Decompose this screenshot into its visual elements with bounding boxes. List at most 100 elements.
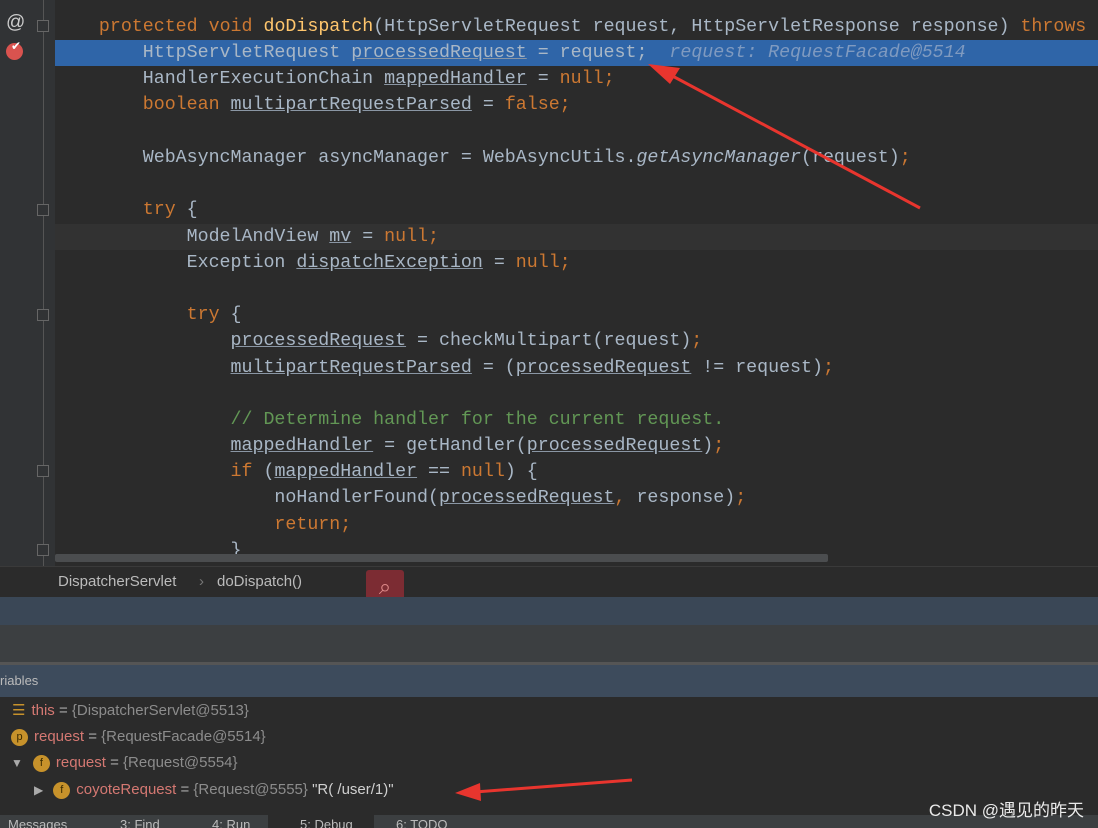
variables-header: riables [0, 665, 1098, 697]
variable-row[interactable]: p request = {RequestFacade@5514} [11, 724, 266, 750]
code-token: = [482, 253, 516, 273]
code-line[interactable]: protected void doDispatch(HttpServletReq… [55, 14, 1098, 40]
fold-marker-icon[interactable] [37, 544, 49, 556]
code-token: mv [329, 227, 352, 247]
fold-marker-icon[interactable] [37, 20, 49, 32]
code-token: dispatchException [296, 253, 483, 273]
code-line[interactable]: boolean multipartRequestParsed = false; [55, 92, 1098, 118]
fold-marker-icon[interactable] [37, 465, 49, 477]
tab-todo[interactable]: 6: TODO [396, 817, 448, 828]
code-line[interactable]: noHandlerFound(processedRequest, respons… [55, 485, 1098, 511]
parameter-icon: p [11, 728, 28, 746]
code-line[interactable]: processedRequest = checkMultipart(reques… [55, 328, 1098, 354]
variable-name: coyoteRequest [76, 781, 177, 798]
field-icon: f [53, 781, 71, 799]
code-token: mappedHandler [230, 436, 374, 456]
collapse-arrow-icon[interactable]: ▼ [11, 756, 23, 770]
code-line[interactable]: try { [55, 302, 1098, 328]
variable-name: request [34, 728, 85, 745]
code-token: // Determine handler for the current req… [230, 410, 725, 430]
field-icon: f [32, 754, 50, 772]
breadcrumb-class[interactable]: DispatcherServlet [58, 573, 176, 590]
variable-string: "R( /user/1)" [312, 781, 394, 798]
code-token: processedRequest [438, 488, 615, 508]
code-token: ; [340, 515, 352, 535]
code-token: ; [559, 95, 571, 115]
code-line[interactable]: if (mappedHandler == null) { [55, 459, 1098, 485]
code-token: HttpServletRequest [55, 43, 352, 63]
fold-marker-icon[interactable] [37, 309, 49, 321]
code-token: if [230, 462, 264, 482]
code-line[interactable]: HandlerExecutionChain mappedHandler = nu… [55, 66, 1098, 92]
code-token: = [351, 227, 385, 247]
code-token: ; [735, 488, 747, 508]
watermark: CSDN @遇见的昨天 [928, 801, 1084, 820]
code-token: processedRequest [526, 436, 703, 456]
variable-row[interactable]: ☰ this = {DispatcherServlet@5513} [12, 698, 249, 724]
code-token: false [504, 95, 560, 115]
code-token: (HttpServletRequest request, HttpServlet… [373, 17, 1021, 37]
code-token: getAsyncManager [636, 148, 802, 168]
code-token: processedRequest [230, 331, 407, 351]
code-line[interactable]: ModelAndView mv = null; [55, 224, 1098, 250]
code-token: HandlerExecutionChain [55, 69, 385, 89]
code-line[interactable]: return; [55, 512, 1098, 538]
code-line[interactable]: multipartRequestParsed = (processedReque… [55, 355, 1098, 381]
code-token: ; [691, 331, 703, 351]
tab-debug[interactable]: 5: Debug [300, 817, 353, 828]
tab-find[interactable]: 3: Find [120, 817, 160, 828]
fold-guide [43, 0, 44, 566]
equals: = [176, 781, 194, 798]
code-token: { [230, 305, 242, 325]
code-token: ; [713, 436, 725, 456]
code-token: ; [603, 69, 615, 89]
code-token: = request [526, 43, 637, 63]
equals: = [105, 754, 124, 771]
code-token: ; [428, 227, 440, 247]
breadcrumb-method[interactable]: doDispatch() [217, 573, 302, 590]
code-token: ) { [504, 462, 538, 482]
code-token: ; [636, 43, 648, 63]
tab-messages[interactable]: Messages [8, 817, 67, 828]
code-token: response) [636, 488, 736, 508]
code-token: = ( [471, 358, 516, 378]
expand-arrow-icon[interactable]: ▶ [34, 783, 43, 797]
breakpoint-check-icon[interactable]: ✔ [6, 39, 23, 60]
execution-line[interactable]: HttpServletRequest processedRequest = re… [55, 40, 1098, 66]
at-sign-icon[interactable]: @ [6, 12, 25, 34]
code-line[interactable]: // Determine handler for the current req… [55, 407, 1098, 433]
frames-panel [0, 625, 1098, 665]
code-line[interactable]: mappedHandler = getHandler(processedRequ… [55, 433, 1098, 459]
code-line[interactable]: WebAsyncManager asyncManager = WebAsyncU… [55, 145, 1098, 171]
variable-row[interactable]: ▶ f coyoteRequest = {Request@5555} "R( /us… [34, 777, 394, 803]
code-editor[interactable]: @ ✔ protected void doDispatch(HttpServle… [0, 0, 1098, 566]
code-token: null [559, 69, 604, 89]
code-line[interactable]: try { [55, 197, 1098, 223]
variables-title: riables [0, 673, 39, 688]
horizontal-scrollbar[interactable] [55, 554, 828, 562]
code-token: try [186, 305, 231, 325]
fold-marker-icon[interactable] [37, 204, 49, 216]
code-line[interactable]: Exception dispatchException = null; [55, 250, 1098, 276]
code-token: ModelAndView [55, 227, 330, 247]
variable-row[interactable]: ▼ f request = {Request@5554} [11, 750, 238, 776]
code-token: protected [98, 17, 209, 37]
gutter: @ ✔ [0, 0, 55, 566]
equals: = [54, 702, 72, 719]
code-token: { [186, 200, 198, 220]
code-token: != request) [691, 358, 823, 378]
code-token: boolean [142, 95, 231, 115]
tab-run[interactable]: 4: Run [212, 817, 250, 828]
code-token: = getHandler( [373, 436, 527, 456]
code-token: ; [822, 358, 834, 378]
code-token: mappedHandler [274, 462, 418, 482]
equals: = [84, 728, 102, 745]
code-token: try [142, 200, 187, 220]
code-token: return [274, 515, 341, 535]
